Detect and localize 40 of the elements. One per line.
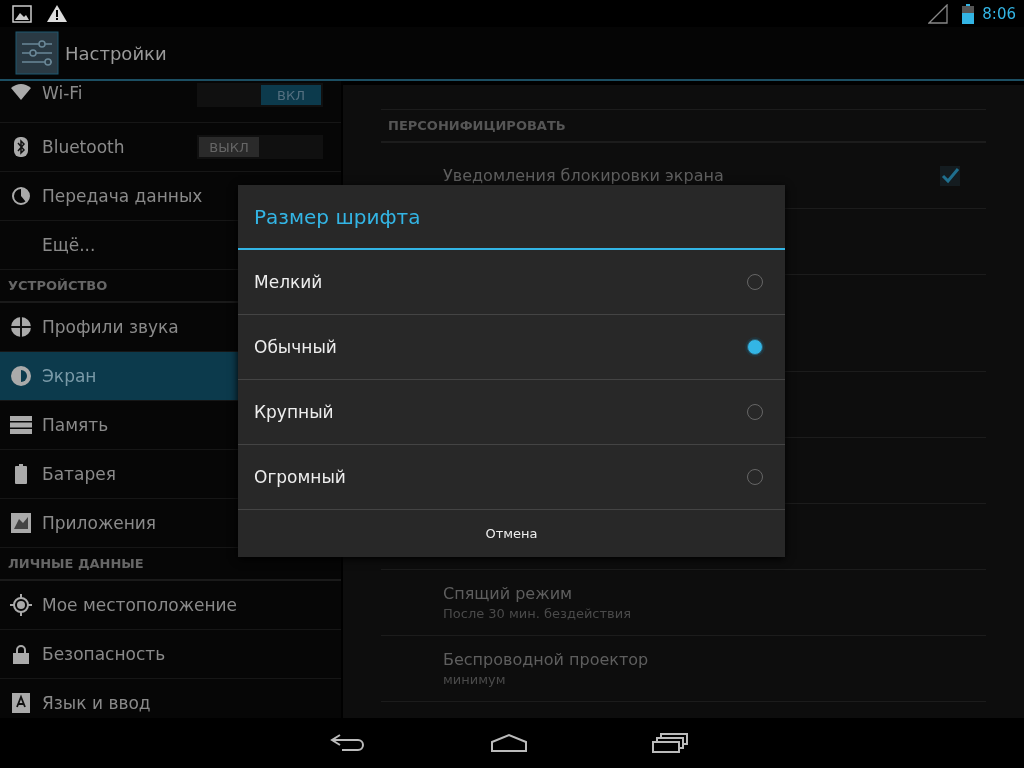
apps-icon — [11, 513, 31, 533]
bluetooth-icon — [14, 137, 28, 157]
app-title: Настройки — [65, 42, 167, 64]
picture-icon — [12, 4, 32, 23]
toggle-label: ВКЛ — [261, 85, 321, 105]
setting-summary: минимум — [443, 672, 506, 687]
warning-icon — [46, 4, 68, 23]
brightness-icon — [10, 365, 32, 387]
pie-icon — [11, 186, 31, 206]
setting-summary: После 30 мин. бездействия — [443, 606, 632, 621]
sidebar-item[interactable]: Мое местоположение — [0, 581, 341, 630]
font-size-option[interactable]: Мелкий — [238, 250, 785, 315]
setting-title: Спящий режим — [443, 584, 573, 603]
section-header: ПЕРСОНИФИЦИРОВАТЬ — [381, 110, 986, 143]
lock-icon — [13, 644, 29, 664]
font-size-option[interactable]: Обычный — [238, 315, 785, 380]
font-size-option[interactable]: Крупный — [238, 380, 785, 445]
setting-title: Уведомления блокировки экрана — [443, 166, 724, 185]
radio-button[interactable] — [747, 339, 763, 355]
settings-icon[interactable] — [15, 31, 59, 75]
recent-apps-icon[interactable] — [652, 733, 688, 753]
checkbox[interactable] — [939, 164, 961, 187]
keyboard-letter-icon — [12, 693, 30, 713]
circle-quadrants-icon — [10, 316, 32, 338]
dialog-title: Размер шрифта — [238, 185, 785, 250]
setting-title: Беспроводной проектор — [443, 650, 649, 669]
sidebar-item[interactable]: Wi-Fi ВКЛ — [0, 81, 341, 123]
status-time: 8:06 — [982, 4, 1016, 23]
cancel-button[interactable]: Отмена — [238, 510, 785, 557]
wifi-icon — [10, 83, 32, 101]
sidebar-item[interactable]: Bluetooth ВЫКЛ — [0, 123, 341, 172]
battery-icon — [962, 3, 975, 24]
signal-icon — [928, 3, 949, 24]
toggle-label: ВЫКЛ — [199, 137, 259, 157]
sidebar-item[interactable]: Безопасность — [0, 630, 341, 679]
battery-icon — [15, 464, 27, 484]
location-icon — [10, 594, 32, 616]
home-icon[interactable] — [490, 733, 528, 753]
storage-icon — [10, 416, 32, 434]
back-icon[interactable] — [330, 733, 366, 753]
